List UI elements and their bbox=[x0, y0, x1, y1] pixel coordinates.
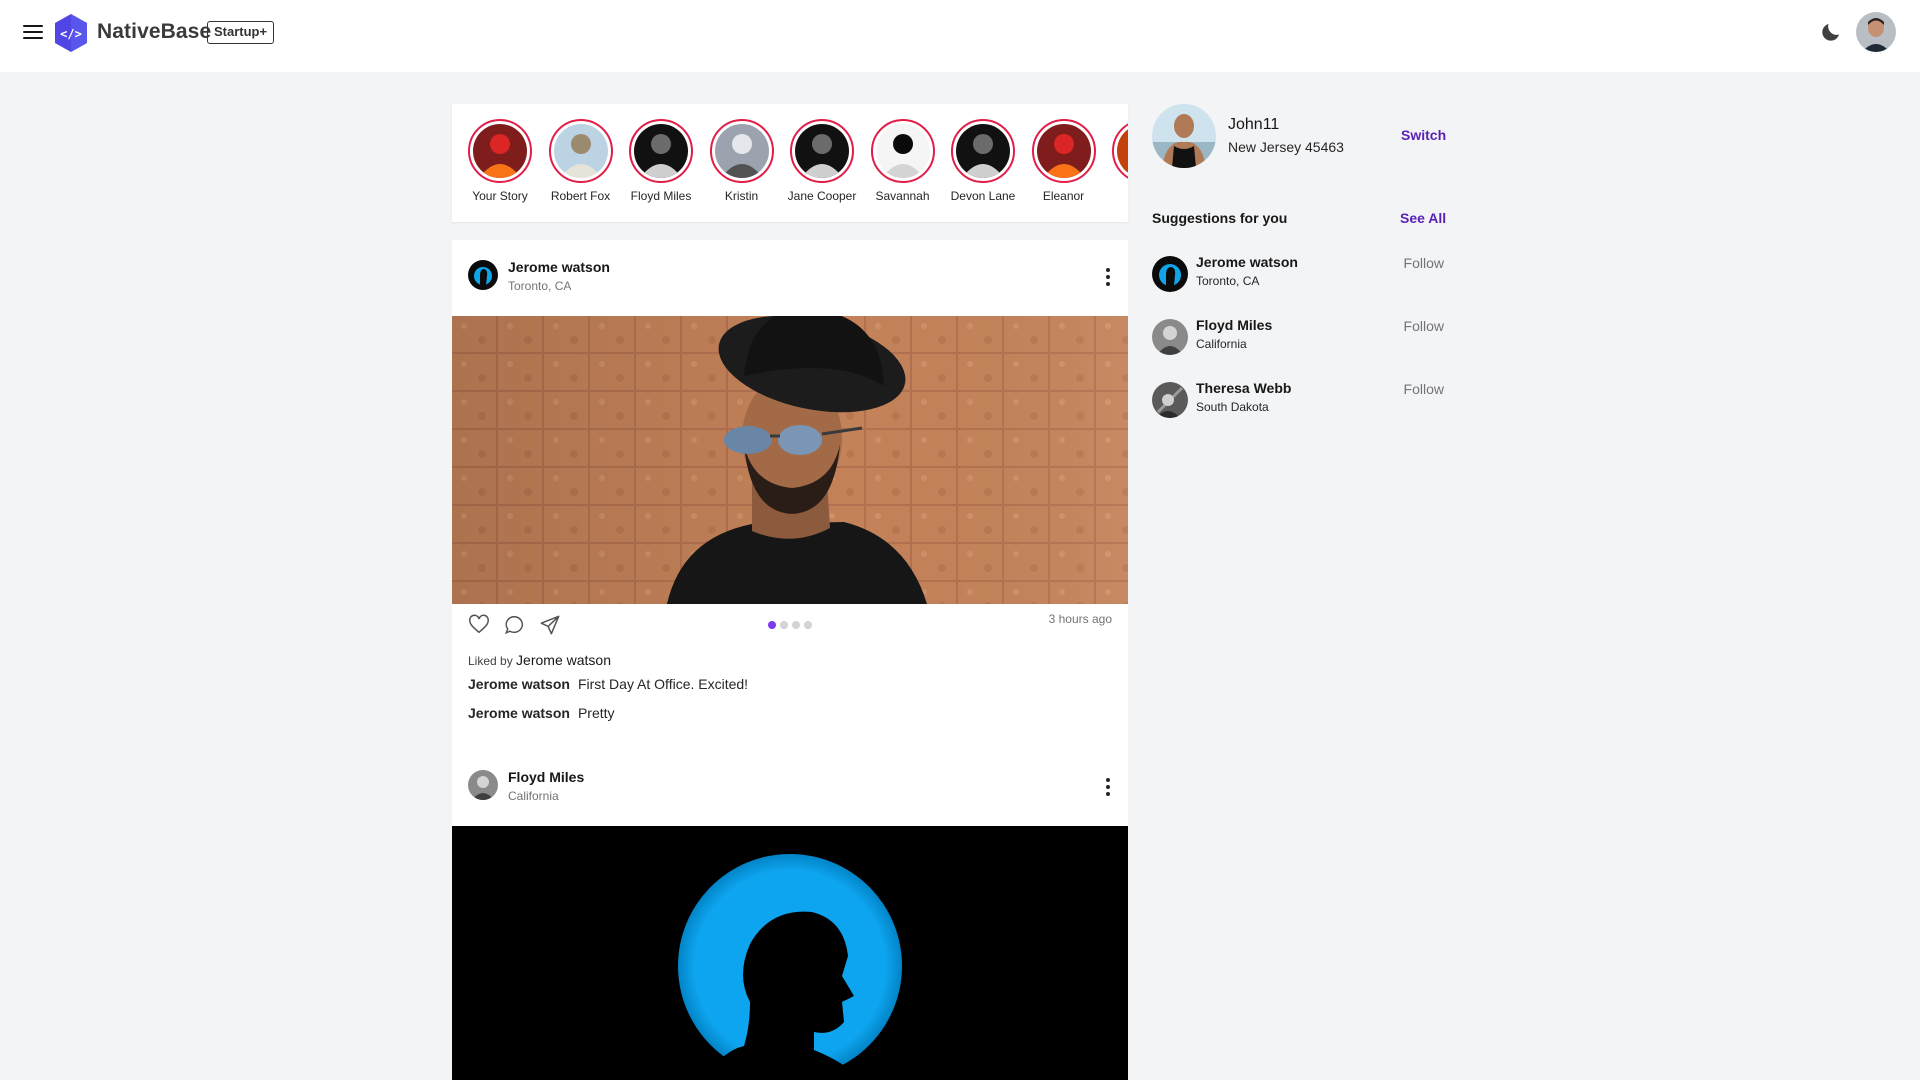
story-item[interactable]: Kristin bbox=[702, 119, 782, 203]
pagination-dot[interactable] bbox=[792, 621, 800, 629]
post-header: Floyd Miles California bbox=[452, 756, 1128, 832]
send-icon[interactable] bbox=[539, 614, 561, 636]
story-name: Savannah bbox=[875, 189, 930, 203]
suggestion-item: Floyd Miles California Follow bbox=[1152, 317, 1444, 357]
story-avatar bbox=[473, 124, 527, 178]
story-avatar bbox=[1036, 124, 1091, 178]
story-ring[interactable] bbox=[790, 119, 854, 183]
post-author[interactable]: Jerome watson bbox=[508, 259, 610, 275]
suggestion-location: California bbox=[1196, 337, 1247, 351]
post-actions: 3 hours ago bbox=[452, 604, 1128, 646]
pagination-dot[interactable] bbox=[768, 621, 776, 629]
feed-post: Jerome watson Toronto, CA 3 hours ago Li… bbox=[452, 240, 1128, 756]
story-item[interactable]: Your Story bbox=[460, 119, 540, 203]
story-item[interactable]: Savannah bbox=[863, 119, 943, 203]
suggestion-avatar[interactable] bbox=[1152, 319, 1188, 355]
post-image[interactable] bbox=[452, 316, 1128, 604]
story-name: E bbox=[1104, 189, 1128, 203]
follow-button[interactable]: Follow bbox=[1404, 255, 1444, 271]
story-ring[interactable] bbox=[870, 119, 935, 183]
story-avatar bbox=[875, 124, 930, 178]
image-pagination bbox=[768, 621, 812, 629]
suggestion-name[interactable]: Jerome watson bbox=[1196, 254, 1298, 270]
comment-row: Jerome watson First Day At Office. Excite… bbox=[468, 676, 748, 692]
plan-badge: Startup+ bbox=[207, 21, 275, 44]
kebab-icon[interactable] bbox=[1104, 777, 1112, 797]
story-item[interactable]: Robert Fox bbox=[541, 119, 621, 203]
story-ring[interactable] bbox=[1112, 119, 1128, 183]
post-header: Jerome watson Toronto, CA bbox=[452, 240, 1128, 316]
comment-user[interactable]: Jerome watson bbox=[468, 676, 570, 692]
moon-icon[interactable] bbox=[1819, 20, 1843, 44]
heart-icon[interactable] bbox=[468, 614, 490, 636]
story-ring[interactable] bbox=[548, 119, 613, 183]
liked-by-user[interactable]: Jerome watson bbox=[516, 652, 611, 668]
story-name: Your Story bbox=[472, 189, 528, 203]
hamburger-icon[interactable] bbox=[22, 23, 44, 41]
story-ring[interactable] bbox=[468, 119, 532, 183]
post-timestamp: 3 hours ago bbox=[1048, 612, 1112, 626]
brand-name: NativeBase bbox=[97, 20, 212, 43]
story-item[interactable]: Eleanor bbox=[1024, 119, 1104, 203]
comment-user[interactable]: Jerome watson bbox=[468, 705, 570, 721]
profile-avatar[interactable] bbox=[1152, 104, 1216, 168]
story-ring[interactable] bbox=[709, 119, 774, 183]
feed-post: Floyd Miles California bbox=[452, 756, 1128, 1080]
liked-by: Liked by Jerome watson bbox=[468, 652, 611, 668]
story-name: Kristin bbox=[724, 189, 759, 203]
suggestions-title: Suggestions for you bbox=[1152, 210, 1288, 226]
pagination-dot[interactable] bbox=[780, 621, 788, 629]
comment-text: First Day At Office. Excited! bbox=[577, 676, 749, 692]
suggestion-avatar[interactable] bbox=[1152, 256, 1188, 292]
story-ring[interactable] bbox=[951, 119, 1015, 183]
story-avatar bbox=[795, 124, 849, 178]
suggestion-name[interactable]: Theresa Webb bbox=[1196, 380, 1291, 396]
suggestion-avatar[interactable] bbox=[1152, 382, 1188, 418]
suggestion-location: South Dakota bbox=[1196, 400, 1269, 414]
story-avatar bbox=[956, 124, 1010, 178]
top-app-bar: </> NativeBase Startup+ bbox=[0, 0, 1920, 72]
story-name: Jane Cooper bbox=[787, 189, 857, 203]
see-all-link[interactable]: See All bbox=[1400, 210, 1446, 226]
post-image[interactable] bbox=[452, 826, 1128, 1080]
story-name: Floyd Miles bbox=[630, 189, 692, 203]
suggestion-location: Toronto, CA bbox=[1196, 274, 1260, 288]
follow-button[interactable]: Follow bbox=[1404, 381, 1444, 397]
story-name: Robert Fox bbox=[550, 189, 611, 203]
suggestion-item: Jerome watson Toronto, CA Follow bbox=[1152, 254, 1444, 294]
kebab-icon[interactable] bbox=[1104, 267, 1112, 287]
story-item[interactable]: Devon Lane bbox=[943, 119, 1023, 203]
suggestion-item: Theresa Webb South Dakota Follow bbox=[1152, 380, 1444, 420]
follow-button[interactable]: Follow bbox=[1404, 318, 1444, 334]
post-location: California bbox=[508, 789, 559, 803]
comment-text: Pretty bbox=[577, 705, 615, 721]
stories-bar: Your Story Robert Fox Floyd Miles Kristin Ja… bbox=[452, 104, 1128, 222]
switch-account-button[interactable]: Switch bbox=[1401, 127, 1446, 143]
story-avatar bbox=[714, 124, 769, 178]
profile-username: John11 bbox=[1228, 116, 1280, 133]
post-location: Toronto, CA bbox=[508, 279, 572, 293]
post-author[interactable]: Floyd Miles bbox=[508, 769, 584, 785]
story-name: Eleanor bbox=[1042, 189, 1085, 203]
story-item[interactable]: Jane Cooper bbox=[782, 119, 862, 203]
user-avatar[interactable] bbox=[1856, 12, 1896, 52]
author-avatar[interactable] bbox=[468, 770, 498, 800]
liked-by-prefix: Liked by bbox=[468, 654, 513, 668]
story-avatar bbox=[553, 124, 608, 178]
profile-location: New Jersey 45463 bbox=[1228, 139, 1344, 155]
story-name: Devon Lane bbox=[950, 189, 1016, 203]
comment-row: Jerome watson Pretty bbox=[468, 705, 615, 721]
svg-text:</>: </> bbox=[60, 27, 82, 41]
logo-icon[interactable]: </> bbox=[53, 13, 89, 53]
story-ring[interactable] bbox=[629, 119, 693, 183]
story-item[interactable]: E bbox=[1104, 119, 1128, 203]
story-item[interactable]: Floyd Miles bbox=[621, 119, 701, 203]
author-avatar[interactable] bbox=[468, 260, 498, 290]
story-ring[interactable] bbox=[1031, 119, 1096, 183]
story-avatar bbox=[1117, 124, 1128, 178]
story-avatar bbox=[634, 124, 688, 178]
chat-bubble-icon[interactable] bbox=[504, 614, 526, 636]
pagination-dot[interactable] bbox=[804, 621, 812, 629]
suggestion-name[interactable]: Floyd Miles bbox=[1196, 317, 1272, 333]
